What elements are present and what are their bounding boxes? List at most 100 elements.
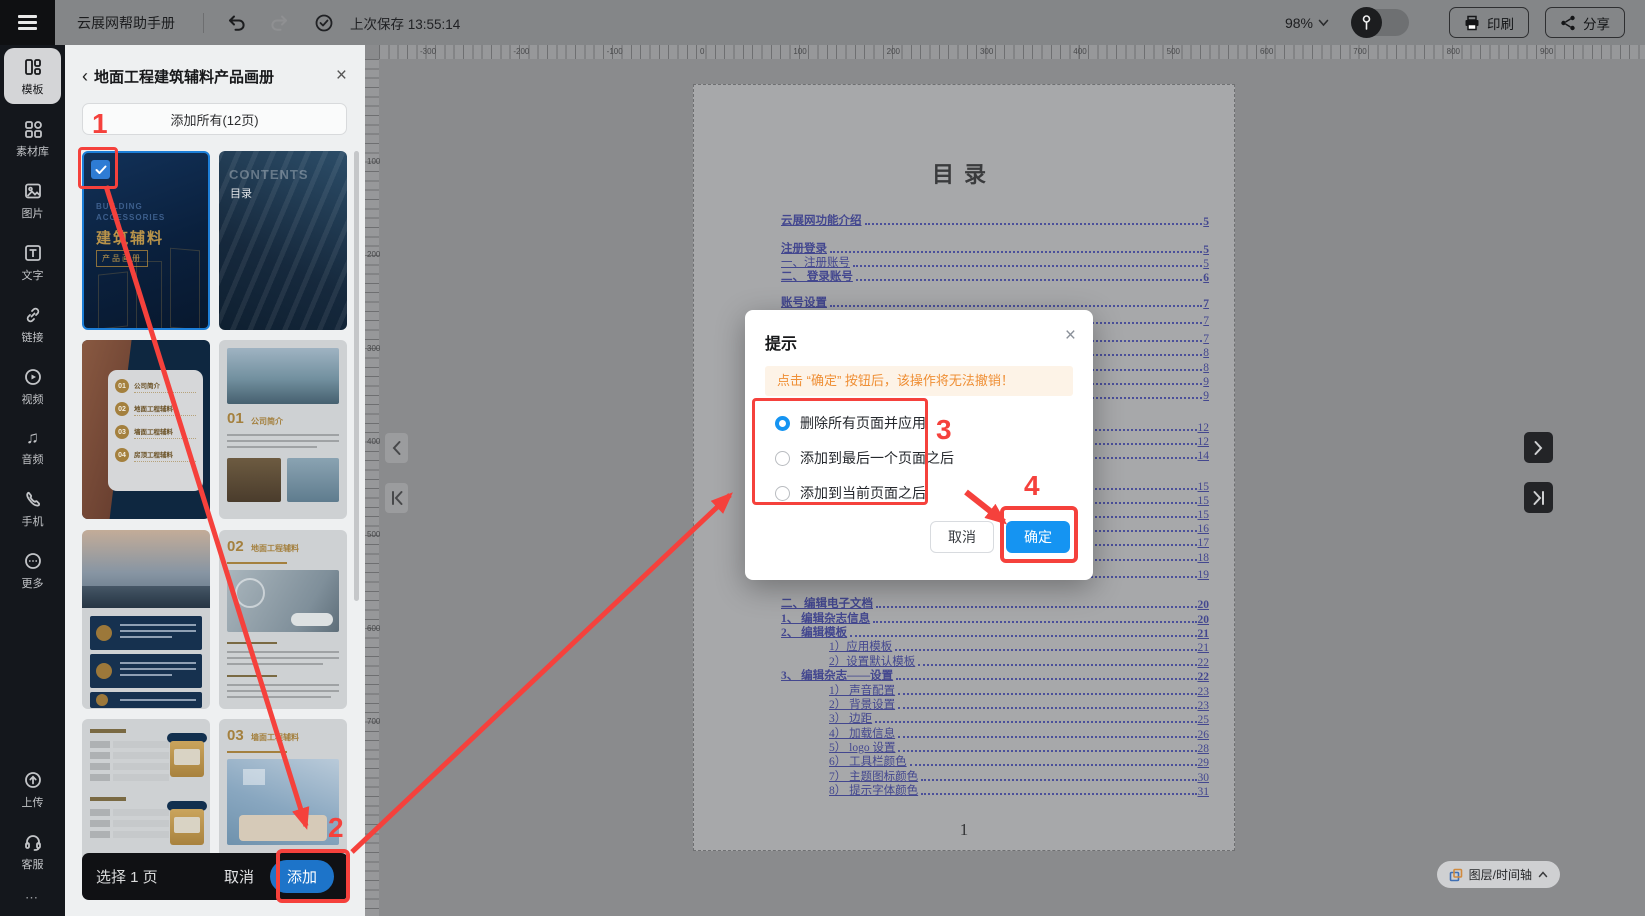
dialog-close-icon[interactable]: ×	[1065, 325, 1076, 347]
sidebar-item-label: 音频	[22, 451, 44, 467]
ruler-tick-label: -200	[513, 47, 529, 56]
ruler-tick-label: 500	[1167, 47, 1180, 56]
radio-add-after-last-page[interactable]: 添加到最后一个页面之后	[765, 448, 954, 468]
layers-timeline-button[interactable]: 图层/时间轴	[1437, 861, 1560, 888]
confirm-dialog: 提示 × 点击 “确定” 按钮后，该操作将无法撤销！ 删除所有页面并应用 添加到…	[745, 310, 1093, 580]
sidebar-item-assets[interactable]: 素材库	[4, 110, 61, 166]
main-menu-button[interactable]	[0, 0, 55, 45]
prev-page-button[interactable]	[385, 433, 408, 463]
top-toolbar: 云展网帮助手册 上次保存 13:55:14 98% 印刷 分享	[0, 0, 1645, 45]
text-icon	[23, 243, 43, 263]
panel-scrollbar[interactable]	[354, 151, 359, 601]
add-all-pages-button[interactable]: 添加所有(12页)	[82, 103, 347, 135]
cover-building-wireframe	[136, 261, 162, 329]
ruler-tick-label: 300	[980, 47, 993, 56]
thumbnail-toc-page[interactable]: 01公司简介 02地面工程辅料 03墙面工程辅料 04房顶工程辅料	[82, 340, 210, 519]
share-button[interactable]: 分享	[1545, 7, 1625, 38]
dialog-cancel-button[interactable]: 取消	[930, 521, 994, 553]
sidebar-item-upload[interactable]: 上传	[4, 761, 61, 817]
dialog-warning-text: 点击 “确定” 按钮后，该操作将无法撤销！	[765, 366, 1073, 396]
thumbnail-selected-checkbox[interactable]	[91, 160, 110, 179]
sidebar-overflow-dots[interactable]: ⋯	[0, 882, 65, 916]
sidebar-item-label: 链接	[22, 329, 44, 345]
bedroom-photo	[227, 759, 339, 845]
toc-entry: 6） 工具栏颜色29	[781, 755, 1209, 769]
touch-mode-toggle[interactable]	[1351, 9, 1409, 36]
ruler-tick-label: 700	[367, 717, 380, 726]
ruler-tick-label: 100	[793, 47, 806, 56]
ruler-tick-label: 400	[367, 437, 380, 446]
zoom-level-dropdown[interactable]: 98%	[1285, 15, 1329, 31]
more-icon	[23, 551, 43, 571]
toc-entry: 1）应用模板21	[781, 640, 1209, 654]
chapter-number: 02	[227, 538, 244, 555]
toc-entry: 3） 边距25	[781, 712, 1209, 726]
cover-building-wireframe	[170, 248, 200, 330]
sidebar-item-more[interactable]: 更多	[4, 542, 61, 598]
chevron-left-bar-icon	[390, 490, 404, 506]
sidebar-item-phone[interactable]: 手机	[4, 480, 61, 536]
sidebar-item-templates[interactable]: 模板	[4, 48, 61, 104]
sidebar-item-audio[interactable]: ♫ 音频	[4, 420, 61, 474]
ruler-tick-label: 400	[1073, 47, 1086, 56]
page-number: 1	[694, 820, 1234, 840]
sidebar-item-images[interactable]: 图片	[4, 172, 61, 228]
thumbnail-intro-page[interactable]	[82, 530, 210, 709]
toc-entry: 二、编辑电子文档20	[781, 597, 1209, 611]
horizontal-ruler: -300-200-1000100200300400500600700800900	[379, 45, 1645, 59]
image-icon	[23, 181, 43, 201]
panel-close-icon[interactable]: ×	[336, 65, 347, 87]
product-jar-image	[170, 733, 204, 777]
thumbnail-cover-page[interactable]: BUILDING ACCESSORIES 建筑辅料 产品画册	[82, 151, 210, 330]
sidebar-item-label: 素材库	[16, 143, 49, 159]
back-chevron-icon[interactable]: ‹	[82, 68, 88, 84]
contents-text-zh: 目录	[230, 185, 252, 201]
assets-icon	[23, 119, 43, 139]
radio-label: 添加到最后一个页面之后	[800, 448, 954, 468]
chapter-label: 公司简介	[251, 416, 283, 427]
sidebar-item-video[interactable]: 视频	[4, 358, 61, 414]
zoom-level-value: 98%	[1285, 15, 1313, 31]
vertical-ruler: 100200300400500600700	[365, 59, 379, 916]
print-button[interactable]: 印刷	[1449, 7, 1529, 38]
selection-cancel-button[interactable]: 取消	[224, 866, 254, 887]
thumbnail-chapter02-page[interactable]: 02 地面工程辅料	[219, 530, 347, 709]
document-title: 云展网帮助手册	[77, 13, 175, 33]
dialog-title: 提示	[765, 330, 797, 354]
toc-card: 01公司简介 02地面工程辅料 03墙面工程辅料 04房顶工程辅料	[108, 370, 203, 491]
undo-button[interactable]	[224, 11, 248, 35]
layers-timeline-label: 图层/时间轴	[1469, 866, 1532, 883]
printer-icon	[1464, 15, 1480, 31]
sidebar-item-label: 手机	[22, 513, 44, 529]
ruler-tick-label: -100	[607, 47, 623, 56]
upload-icon	[23, 770, 43, 790]
chapter-number: 01	[227, 410, 244, 427]
interior-photo	[227, 458, 281, 502]
sidebar-item-support[interactable]: 客服	[4, 823, 61, 879]
redo-button[interactable]	[268, 11, 292, 35]
ruler-tick-label: 0	[700, 47, 704, 56]
save-cloud-icon	[312, 11, 336, 35]
toc-entry: 云展网功能介绍5	[781, 214, 1209, 228]
ruler-tick-label: 200	[887, 47, 900, 56]
chevron-right-icon	[1533, 440, 1544, 456]
last-page-button[interactable]	[1524, 482, 1553, 513]
radio-add-after-current-page[interactable]: 添加到当前页面之后	[765, 483, 954, 503]
next-page-button[interactable]	[1524, 432, 1553, 463]
thumbnail-chapter01-page[interactable]: 01 公司简介	[219, 340, 347, 519]
sidebar-item-links[interactable]: 链接	[4, 296, 61, 352]
ruler-tick-label: 600	[1260, 47, 1273, 56]
dialog-radio-group: 删除所有页面并应用 添加到最后一个页面之后 添加到当前页面之后	[765, 413, 954, 518]
selection-add-button[interactable]: 添加	[270, 860, 334, 893]
thumbnail-contents-page[interactable]: CONTENTS 目录	[219, 151, 347, 330]
radio-delete-all-pages[interactable]: 删除所有页面并应用	[765, 413, 954, 433]
chapter-label: 墙面工程辅料	[251, 732, 299, 743]
sidebar-item-label: 文字	[22, 267, 44, 283]
chevron-right-bar-icon	[1532, 490, 1546, 506]
sidebar-item-text[interactable]: 文字	[4, 234, 61, 290]
first-page-button[interactable]	[385, 483, 408, 513]
dialog-confirm-button[interactable]: 确定	[1006, 521, 1070, 553]
sidebar-item-label: 模板	[22, 81, 44, 97]
sidebar-item-label: 图片	[22, 205, 44, 221]
ruler-tick-label: 100	[367, 157, 380, 166]
